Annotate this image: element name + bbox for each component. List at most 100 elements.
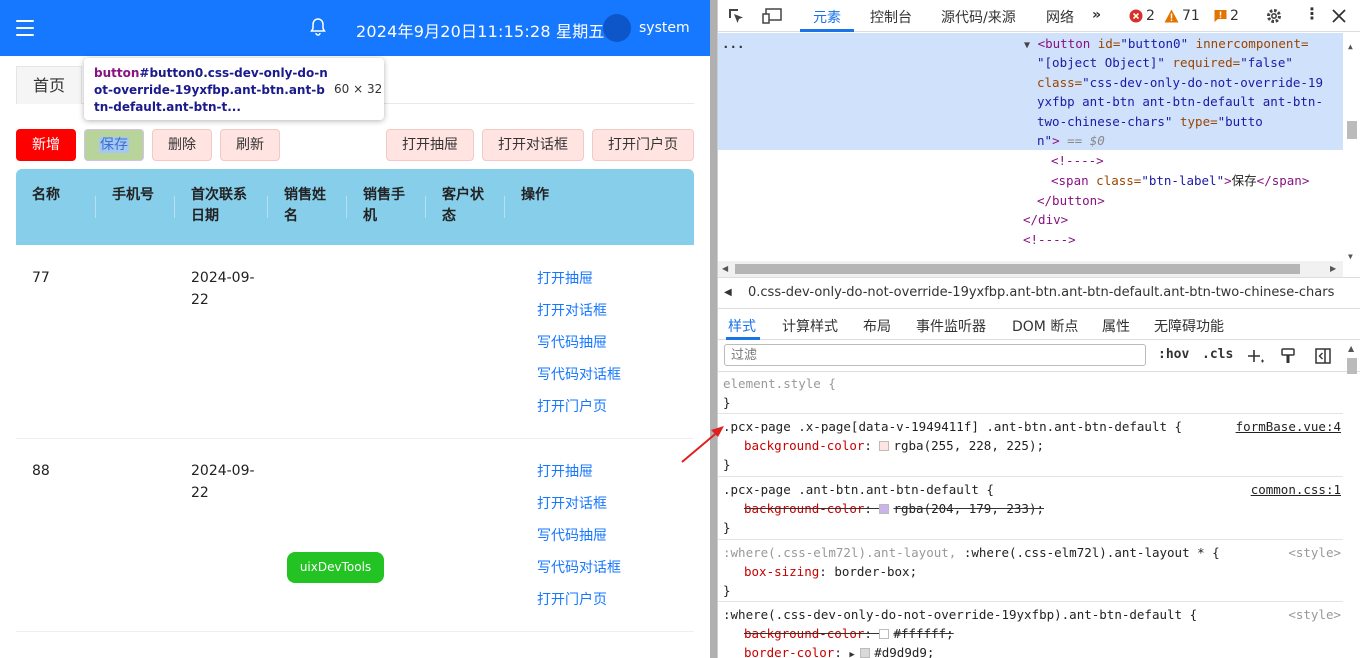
dom-scrollbar[interactable]: ▲ ▼ — [1343, 33, 1360, 261]
column-header-sales-phone[interactable]: 销售手机 — [363, 185, 405, 227]
dom-button-line-2[interactable]: "[object Object]" required="false" — [1037, 53, 1293, 73]
paint-brush-icon[interactable] — [1281, 348, 1295, 364]
hamburger-menu-icon[interactable] — [16, 20, 34, 36]
bell-icon[interactable] — [310, 18, 326, 36]
rule-source-link[interactable]: <style> — [1288, 605, 1341, 624]
dom-div-close[interactable]: </div> — [1023, 210, 1068, 230]
warning-icon[interactable] — [1164, 8, 1179, 24]
style-rule-element[interactable]: element.style { } — [718, 372, 1343, 414]
rule-declaration-overridden[interactable]: background-color: #ffffff; — [744, 624, 954, 643]
subtab-dom-breakpoints[interactable]: DOM 断点 — [1012, 316, 1078, 336]
column-divider[interactable] — [174, 196, 175, 218]
rule-source-link[interactable]: <style> — [1288, 543, 1341, 562]
close-icon[interactable] — [1332, 9, 1346, 23]
rule-declaration[interactable]: box-sizing: border-box; — [744, 562, 917, 581]
rule-selector[interactable]: .pcx-page .ant-btn.ant-btn-default { — [723, 480, 994, 499]
class-toggle[interactable]: .cls — [1202, 347, 1233, 362]
add-button[interactable]: 新增 — [16, 129, 76, 161]
avatar[interactable] — [603, 14, 631, 42]
rule-declaration-overridden[interactable]: background-color: rgba(204, 179, 233); — [744, 499, 1044, 518]
more-tabs-icon[interactable]: » — [1092, 7, 1101, 23]
subtab-layout[interactable]: 布局 — [863, 316, 891, 336]
action-open-dialog[interactable]: 打开对话框 — [537, 300, 607, 320]
dom-comment[interactable]: <!----> — [1051, 151, 1104, 171]
style-rule-common[interactable]: .pcx-page .ant-btn.ant-btn-default { com… — [718, 478, 1343, 540]
column-divider[interactable] — [346, 196, 347, 218]
username-label[interactable]: system — [639, 20, 690, 36]
save-button[interactable]: 保存 — [84, 129, 144, 161]
column-divider[interactable] — [425, 196, 426, 218]
action-code-dialog[interactable]: 写代码对话框 — [537, 364, 621, 384]
column-divider[interactable] — [95, 196, 96, 218]
breadcrumb-selector[interactable]: 0.css-dev-only-do-not-override-19yxfbp.a… — [748, 285, 1334, 300]
column-header-phone[interactable]: 手机号 — [112, 185, 154, 206]
rule-source-link[interactable]: formBase.vue:4 — [1236, 417, 1341, 436]
device-toolbar-icon[interactable] — [762, 8, 782, 24]
rule-declaration[interactable]: border-color: ▶ #d9d9d9; — [744, 643, 934, 658]
column-header-sales-name[interactable]: 销售姓名 — [284, 185, 326, 227]
subtab-styles[interactable]: 样式 — [728, 316, 756, 336]
tab-console[interactable]: 控制台 — [870, 7, 912, 27]
inspect-element-icon[interactable] — [728, 8, 744, 24]
style-rule-layout[interactable]: :where(.css-elm72l).ant-layout, :where(.… — [718, 541, 1343, 602]
hover-state-toggle[interactable]: :hov — [1158, 347, 1189, 362]
dom-horizontal-scrollbar[interactable]: ◀ ▶ — [718, 261, 1343, 277]
refresh-button[interactable]: 刷新 — [220, 129, 280, 161]
rule-selector[interactable]: .pcx-page .x-page[data-v-1949411f] .ant-… — [723, 417, 1182, 436]
tab-elements[interactable]: 元素 — [813, 7, 841, 27]
rule-declaration[interactable]: background-color: rgba(255, 228, 225); — [744, 436, 1044, 455]
issues-icon[interactable] — [1214, 8, 1227, 24]
action-open-dialog[interactable]: 打开对话框 — [537, 493, 607, 513]
tab-sources[interactable]: 源代码/来源 — [941, 7, 1016, 27]
styles-scrollbar[interactable]: ▲ — [1343, 340, 1360, 658]
tab-network[interactable]: 网络 — [1046, 7, 1074, 27]
app-scrollbar-thumb[interactable] — [710, 0, 717, 658]
uix-devtools-button[interactable]: uixDevTools — [287, 552, 384, 583]
dom-ellipsis[interactable]: ... — [722, 34, 745, 54]
dom-button-line-6[interactable]: n"> == $0 — [1037, 131, 1105, 151]
error-icon[interactable] — [1129, 8, 1143, 24]
action-open-drawer[interactable]: 打开抽屉 — [537, 461, 593, 481]
new-style-rule-icon[interactable] — [1247, 348, 1265, 364]
horizontal-scrollbar-thumb[interactable] — [735, 264, 1300, 274]
rule-selector[interactable]: element.style { — [723, 374, 836, 393]
dom-button-line-5[interactable]: two-chinese-chars" type="butto — [1037, 112, 1263, 132]
subtab-computed[interactable]: 计算样式 — [782, 316, 838, 336]
dom-comment[interactable]: <!----> — [1023, 230, 1076, 250]
kebab-menu-icon[interactable]: ⋮ — [1304, 4, 1320, 23]
action-code-dialog[interactable]: 写代码对话框 — [537, 557, 621, 577]
rule-source-link[interactable]: common.css:1 — [1251, 480, 1341, 499]
subtab-accessibility[interactable]: 无障碍功能 — [1154, 316, 1224, 336]
tab-home[interactable]: 首页 — [16, 66, 82, 104]
column-header-name[interactable]: 名称 — [32, 185, 60, 206]
subtab-event-listeners[interactable]: 事件监听器 — [916, 316, 986, 336]
column-divider[interactable] — [267, 196, 268, 218]
action-code-drawer[interactable]: 写代码抽屉 — [537, 525, 607, 545]
breadcrumb-back-icon[interactable]: ◀ — [724, 287, 732, 298]
error-count[interactable]: 2 — [1146, 8, 1155, 24]
style-rule-antd-default[interactable]: :where(.css-dev-only-do-not-override-19y… — [718, 603, 1343, 658]
style-rule-formbase[interactable]: .pcx-page .x-page[data-v-1949411f] .ant-… — [718, 415, 1343, 477]
subtab-properties[interactable]: 属性 — [1102, 316, 1130, 336]
action-code-drawer[interactable]: 写代码抽屉 — [537, 332, 607, 352]
open-dialog-button[interactable]: 打开对话框 — [482, 129, 584, 161]
dom-span-line[interactable]: <span class="btn-label">保存</span> — [1051, 171, 1309, 191]
styles-scrollbar-thumb[interactable] — [1347, 358, 1357, 374]
settings-gear-icon[interactable] — [1265, 7, 1283, 25]
toggle-sidebar-icon[interactable] — [1315, 348, 1331, 364]
action-open-drawer[interactable]: 打开抽屉 — [537, 268, 593, 288]
dom-scrollbar-thumb[interactable] — [1347, 121, 1357, 139]
delete-button[interactable]: 删除 — [152, 129, 212, 161]
action-open-portal[interactable]: 打开门户页 — [537, 396, 607, 416]
app-scrollbar[interactable] — [710, 0, 717, 658]
styles-filter-input[interactable] — [724, 344, 1146, 366]
dom-button-line-4[interactable]: yxfbp ant-btn ant-btn-default ant-btn- — [1037, 92, 1323, 112]
issues-count[interactable]: 2 — [1230, 8, 1239, 24]
dom-button-close[interactable]: </button> — [1037, 191, 1105, 211]
dom-button-line-3[interactable]: class="css-dev-only-do-not-override-19 — [1037, 73, 1323, 93]
warning-count[interactable]: 71 — [1182, 8, 1200, 24]
rule-selector[interactable]: :where(.css-elm72l).ant-layout, :where(.… — [723, 543, 1220, 562]
open-portal-button[interactable]: 打开门户页 — [592, 129, 694, 161]
rule-selector[interactable]: :where(.css-dev-only-do-not-override-19y… — [723, 605, 1197, 624]
action-open-portal[interactable]: 打开门户页 — [537, 589, 607, 609]
